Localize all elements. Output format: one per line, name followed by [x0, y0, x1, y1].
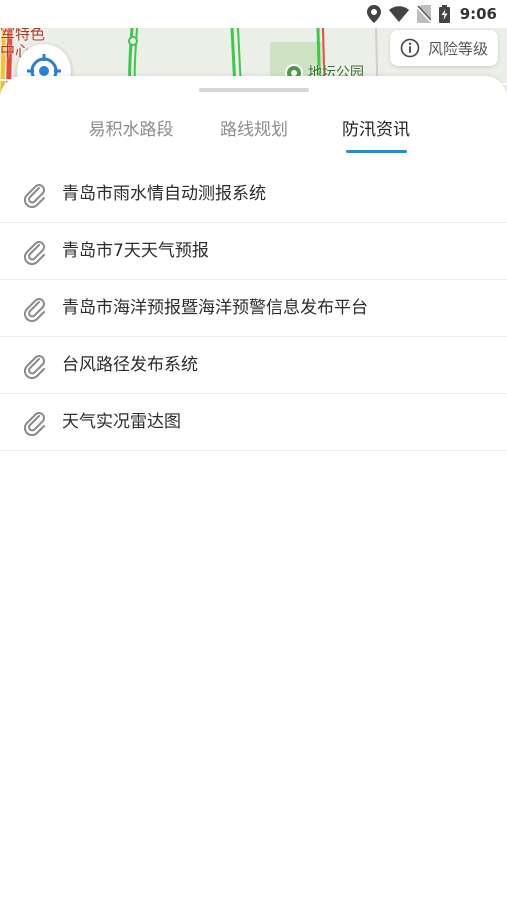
list-item-label: 青岛市7天天气预报 [62, 241, 209, 261]
list-item[interactable]: 青岛市雨水情自动测报系统 [0, 166, 507, 223]
paperclip-icon [23, 355, 45, 379]
tab-route-planning[interactable]: 路线规划 [196, 112, 312, 156]
paperclip-icon [23, 298, 45, 322]
list-item[interactable]: 台风路径发布系统 [0, 337, 507, 394]
paperclip-icon [23, 184, 45, 208]
risk-level-label: 风险等级 [427, 39, 488, 58]
tab-waterlogging-roads[interactable]: 易积水路段 [72, 112, 190, 156]
list-item-label: 青岛市海洋预报暨海洋预警信息发布平台 [62, 298, 368, 318]
status-time: 9:06 [459, 5, 497, 23]
no-sim-icon [416, 5, 431, 23]
list-item[interactable]: 天气实况雷达图 [0, 394, 507, 451]
sheet-drag-handle[interactable] [199, 88, 309, 92]
list-item[interactable]: 青岛市7天天气预报 [0, 223, 507, 280]
list-item-label: 天气实况雷达图 [62, 412, 181, 432]
location-icon [366, 5, 381, 23]
flood-info-list: 青岛市雨水情自动测报系统 青岛市7天天气预报 青岛市海洋预报暨海洋预警信息发布平… [0, 166, 507, 451]
list-item-label: 青岛市雨水情自动测报系统 [62, 184, 266, 204]
list-item[interactable]: 青岛市海洋预报暨海洋预警信息发布平台 [0, 280, 507, 337]
battery-charging-icon [438, 5, 450, 23]
wifi-icon [388, 6, 409, 22]
risk-level-button[interactable]: 风险等级 [390, 30, 498, 66]
tab-bar: 易积水路段 路线规划 防汛资讯 [0, 112, 507, 156]
active-tab-indicator [346, 150, 407, 153]
bottom-sheet: 易积水路段 路线规划 防汛资讯 青岛市雨水情自动测报系统 青岛市7天天气预报 青… [0, 76, 507, 901]
list-item-label: 台风路径发布系统 [62, 355, 198, 375]
info-icon [400, 38, 420, 58]
paperclip-icon [23, 241, 45, 265]
app-screen: 9:06 军特色中心 地坛公园 风险等级 易积水路段 路线规划 防汛资讯 青岛市… [0, 0, 507, 901]
paperclip-icon [23, 412, 45, 436]
status-bar: 9:06 [0, 0, 507, 28]
